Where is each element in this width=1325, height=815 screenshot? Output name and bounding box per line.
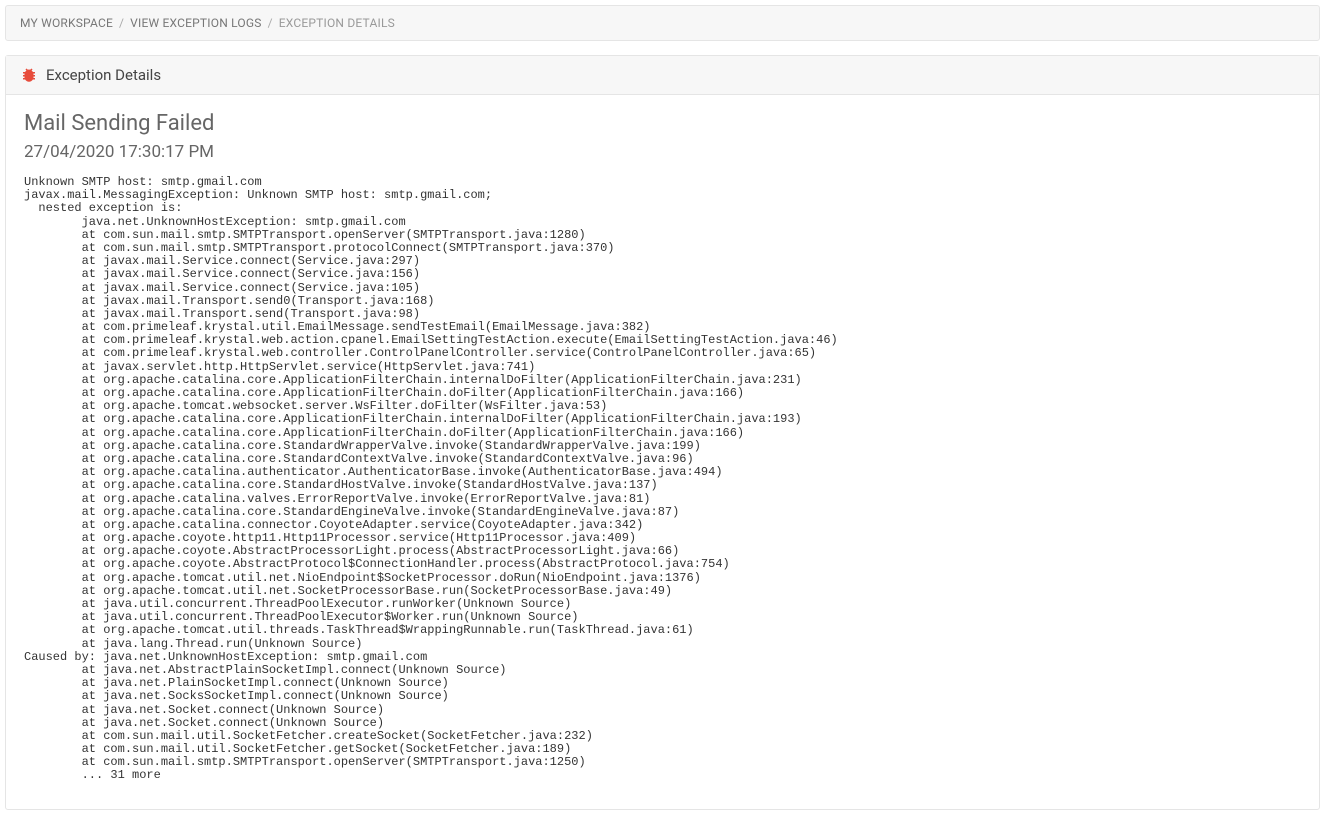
panel-body: Mail Sending Failed 27/04/2020 17:30:17 … [6, 95, 1319, 809]
breadcrumb-link-workspace[interactable]: MY WORKSPACE [20, 16, 113, 30]
exception-panel: Exception Details Mail Sending Failed 27… [5, 55, 1320, 810]
panel-header: Exception Details [6, 56, 1319, 95]
breadcrumb: MY WORKSPACE / VIEW EXCEPTION LOGS / EXC… [5, 5, 1320, 41]
breadcrumb-link-exception-logs[interactable]: VIEW EXCEPTION LOGS [130, 16, 261, 30]
exception-title: Mail Sending Failed [24, 111, 1301, 136]
breadcrumb-current: EXCEPTION DETAILS [279, 16, 395, 30]
breadcrumb-separator: / [119, 16, 124, 30]
bug-icon [20, 66, 38, 84]
breadcrumb-separator: / [268, 16, 273, 30]
panel-title: Exception Details [46, 66, 161, 84]
exception-timestamp: 27/04/2020 17:30:17 PM [24, 142, 1301, 162]
stack-trace: Unknown SMTP host: smtp.gmail.com javax.… [24, 176, 1301, 783]
